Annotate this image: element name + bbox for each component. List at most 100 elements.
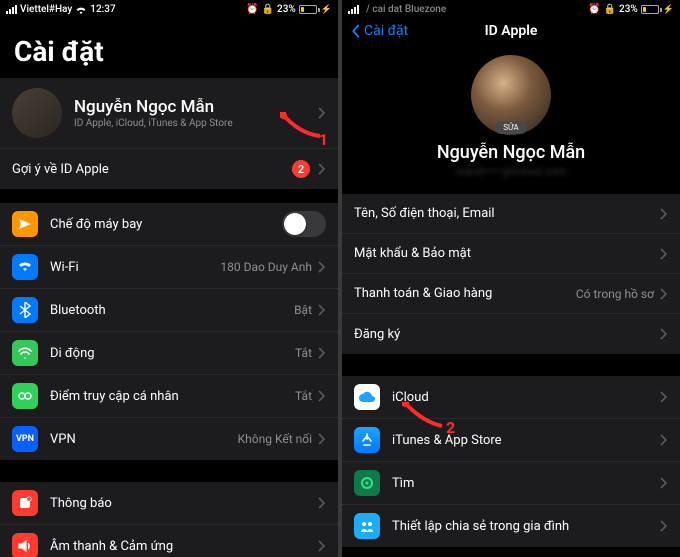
- bluetooth-row[interactable]: Bluetooth Bật: [0, 289, 338, 332]
- hotspot-value: Tắt: [295, 389, 312, 403]
- vpn-row[interactable]: VPN VPN Không Kết nối: [0, 418, 338, 460]
- password-security-row[interactable]: Mật khẩu & Bảo mật: [342, 234, 680, 274]
- findmy-icon: [354, 470, 380, 496]
- callout-label-1: 1: [319, 130, 328, 149]
- family-icon: [354, 513, 380, 539]
- hotspot-row[interactable]: Điểm truy cập cá nhân Tắt: [0, 375, 338, 418]
- bluetooth-label: Bluetooth: [50, 303, 294, 318]
- back-button[interactable]: Cài đặt: [350, 23, 408, 39]
- icloud-label: iCloud: [392, 390, 660, 405]
- cellular-label: Di động: [50, 346, 295, 361]
- chevron-right-icon: [318, 497, 326, 509]
- family-label: Thiết lập chia sẻ trong gia đình: [392, 519, 660, 534]
- clock-label: 12:37: [90, 4, 115, 15]
- wifi-settings-icon: [12, 254, 38, 280]
- wifi-icon: [75, 5, 87, 15]
- chevron-right-icon: [660, 477, 668, 489]
- icloud-row[interactable]: iCloud 2: [342, 376, 680, 419]
- suggestion-label: Gợi ý về ID Apple: [12, 162, 292, 177]
- chevron-right-icon: [318, 347, 326, 359]
- battery-icon: [641, 5, 662, 14]
- chevron-right-icon: [318, 390, 326, 402]
- vpn-label: VPN: [50, 432, 238, 447]
- hotspot-label: Điểm truy cập cá nhân: [50, 389, 295, 404]
- chevron-right-icon: [318, 304, 326, 316]
- badge-count: 2: [292, 160, 310, 178]
- payment-label: Thanh toán & Giao hàng: [354, 286, 576, 301]
- phone-left-settings: Viettel#Hay 12:37 ⏰ 🔒 23% ⚡ Cài đặt Nguy…: [0, 0, 338, 557]
- cellular-row[interactable]: Di động Tắt: [0, 332, 338, 375]
- avatar: [12, 88, 62, 138]
- battery-pct: 23%: [277, 4, 296, 15]
- password-label: Mật khẩu & Bảo mật: [354, 246, 660, 261]
- subscriptions-row[interactable]: Đăng ký: [342, 314, 680, 354]
- apple-id-suggestion-row[interactable]: Gợi ý về ID Apple 2: [0, 149, 338, 189]
- airplane-row[interactable]: Chế độ máy bay: [0, 203, 338, 246]
- hotspot-icon: [12, 383, 38, 409]
- findmy-label: Tìm: [392, 476, 660, 491]
- name-phone-email-row[interactable]: Tên, Số điện thoại, Email: [342, 194, 680, 234]
- subscriptions-label: Đăng ký: [354, 327, 660, 342]
- airplane-icon: [12, 211, 38, 237]
- cellular-icon: [12, 340, 38, 366]
- chevron-right-icon: [660, 288, 668, 300]
- sounds-label: Âm thanh & Cảm ứng: [50, 539, 318, 554]
- status-bar: Viettel#Hay 12:37 ⏰ 🔒 23% ⚡: [0, 0, 338, 17]
- status-bar: / cai dat Bluezone ⏰ 🔒 23% ⚡: [342, 0, 680, 17]
- chevron-right-icon: [660, 328, 668, 340]
- chevron-right-icon: [318, 163, 326, 175]
- profile-row[interactable]: Nguyễn Ngọc Mẫn ID Apple, iCloud, iTunes…: [0, 78, 338, 149]
- system-group: Thông báo Âm thanh & Cảm ứng: [0, 482, 338, 557]
- profile-name: Nguyễn Ngọc Mẫn: [74, 97, 214, 117]
- wifi-value: 180 Dao Duy Anh: [220, 260, 312, 274]
- signal-icon: [6, 5, 17, 14]
- carrier-label: Viettel#Hay: [20, 4, 72, 15]
- payment-shipping-row[interactable]: Thanh toán & Giao hàng Có trong hồ sơ: [342, 274, 680, 314]
- lock-icon: 🔒: [262, 4, 274, 15]
- charging-icon: ⚡: [663, 5, 674, 15]
- sound-icon: [12, 533, 38, 557]
- services-group: iCloud 2 iTunes & App Store Tìm Thiết lậ…: [342, 376, 680, 547]
- signal-icon: [348, 5, 359, 14]
- chevron-right-icon: [318, 433, 326, 445]
- apple-id-profile: SỬA Nguyễn Ngọc Mẫn mand•••••@icloud.com: [342, 49, 680, 194]
- wifi-row[interactable]: Wi-Fi 180 Dao Duy Anh: [0, 246, 338, 289]
- profile-subtitle: ID Apple, iCloud, iTunes & App Store: [74, 118, 318, 129]
- chevron-right-icon: [318, 540, 326, 552]
- notifications-label: Thông báo: [50, 496, 318, 511]
- sounds-row[interactable]: Âm thanh & Cảm ứng: [0, 525, 338, 557]
- itunes-label: iTunes & App Store: [392, 433, 660, 448]
- lock-icon: 🔒: [604, 4, 616, 15]
- airplane-toggle[interactable]: [282, 211, 326, 237]
- alarm-icon: ⏰: [588, 4, 600, 15]
- edit-photo-button[interactable]: SỬA: [495, 121, 527, 134]
- chevron-right-icon: [660, 248, 668, 260]
- charging-icon: ⚡: [321, 5, 332, 15]
- payment-value: Có trong hồ sơ: [576, 287, 654, 301]
- phone-right-appleid: / cai dat Bluezone ⏰ 🔒 23% ⚡ Cài đặt ID …: [342, 0, 680, 557]
- cellular-value: Tắt: [295, 346, 312, 360]
- account-group: Tên, Số điện thoại, Email Mật khẩu & Bảo…: [342, 194, 680, 354]
- notifications-row[interactable]: Thông báo: [0, 482, 338, 525]
- navbar: Cài đặt ID Apple: [342, 17, 680, 49]
- airplane-label: Chế độ máy bay: [50, 217, 282, 232]
- chevron-right-icon: [660, 391, 668, 403]
- back-label: Cài đặt: [364, 23, 408, 39]
- breadcrumb: / cai dat Bluezone: [362, 4, 446, 15]
- chevron-right-icon: [660, 520, 668, 532]
- name-phone-email-label: Tên, Số điện thoại, Email: [354, 206, 660, 221]
- family-sharing-row[interactable]: Thiết lập chia sẻ trong gia đình: [342, 505, 680, 547]
- connectivity-group: Chế độ máy bay Wi-Fi 180 Dao Duy Anh Blu…: [0, 203, 338, 460]
- profile-group: Nguyễn Ngọc Mẫn ID Apple, iCloud, iTunes…: [0, 78, 338, 189]
- icloud-icon: [354, 384, 380, 410]
- chevron-right-icon: [318, 261, 326, 273]
- chevron-right-icon: [660, 208, 668, 220]
- battery-pct: 23%: [619, 4, 638, 15]
- wifi-label: Wi-Fi: [50, 260, 220, 275]
- vpn-value: Không Kết nối: [238, 432, 312, 446]
- notifications-icon: [12, 490, 38, 516]
- findmy-row[interactable]: Tìm: [342, 462, 680, 505]
- battery-icon: [299, 5, 320, 14]
- itunes-row[interactable]: iTunes & App Store: [342, 419, 680, 462]
- vpn-icon: VPN: [12, 426, 38, 452]
